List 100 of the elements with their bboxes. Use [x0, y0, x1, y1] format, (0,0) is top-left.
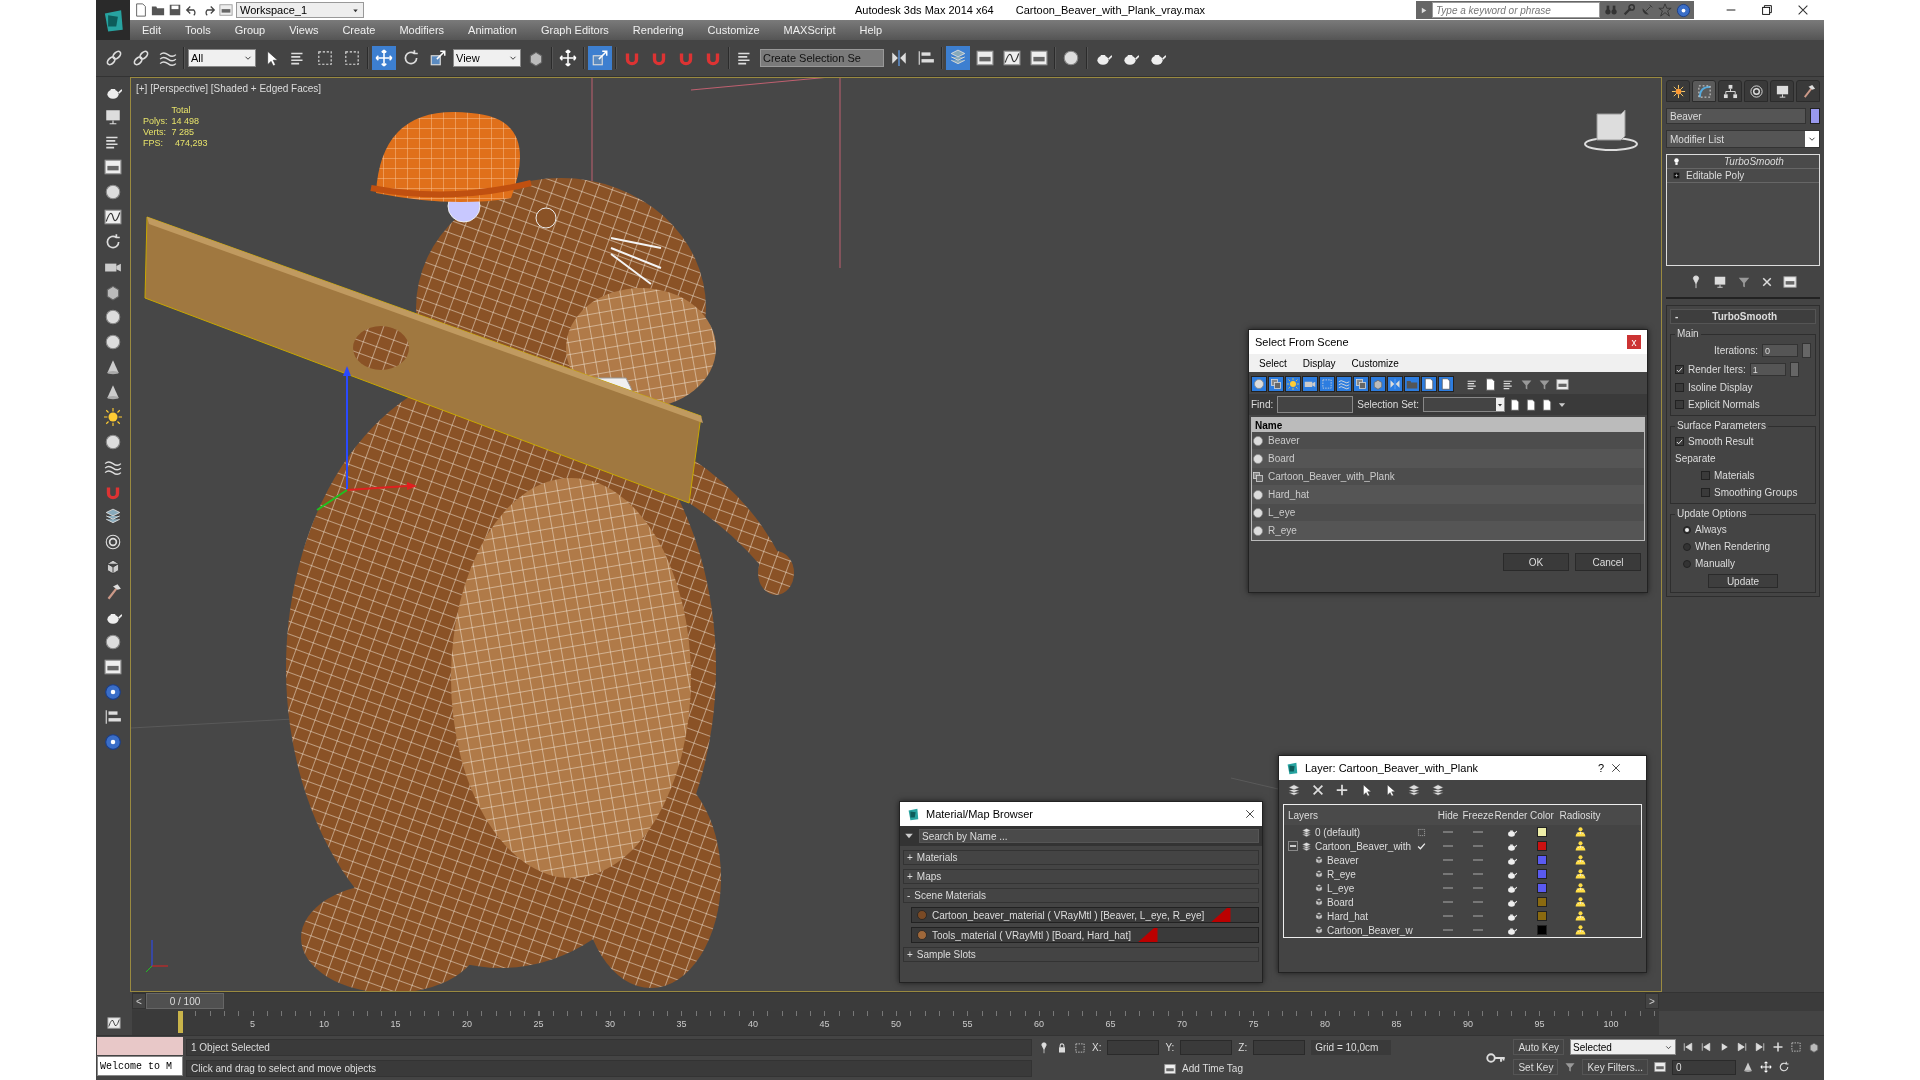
modifier-list-dropdown[interactable]: Modifier List [1666, 130, 1820, 148]
dialog-button[interactable]: Cancel [1575, 553, 1641, 571]
workspace-dropdown[interactable]: Workspace_1 [236, 2, 364, 18]
frame-number: 25 [533, 1019, 544, 1029]
dropdown[interactable]: View [453, 49, 521, 67]
time-slider-thumb[interactable]: 0 / 100 [146, 993, 224, 1009]
menu-item[interactable]: Help [859, 24, 883, 36]
layer-row[interactable]: Cartoon_Beaver_with [1284, 839, 1641, 853]
column-header[interactable]: Color [1528, 809, 1556, 821]
search-field[interactable]: Search by Name ... [919, 829, 1259, 843]
layer-name: Beaver [1327, 854, 1359, 866]
group-header[interactable]: + Materials [903, 850, 1259, 865]
timeline-ruler[interactable]: 5 10 15 20 25 30 35 40 45 50 55 60 65 70 75 80 85 90 95 100 [132, 1011, 1659, 1035]
object-list-item[interactable]: Board [1252, 450, 1644, 468]
frame-number: 60 [1034, 1019, 1044, 1029]
radio-label: Always [1695, 524, 1727, 535]
column-header[interactable]: Name [1252, 418, 1644, 432]
key-filters-button[interactable]: Key Filters... [1582, 1059, 1648, 1075]
group-header[interactable]: + Sample Slots [903, 947, 1259, 962]
checkbox-label: Smoothing Groups [1714, 487, 1798, 498]
key-mode-dropdown[interactable]: Selected [1570, 1039, 1676, 1055]
coordinate-label: Y: [1165, 1042, 1175, 1053]
checkbox-label: Materials [1714, 470, 1755, 481]
section-label: Separate [1675, 453, 1716, 464]
object-list-item[interactable]: Beaver [1252, 432, 1644, 450]
menu-item[interactable]: Select [1259, 357, 1287, 369]
frame-number: 80 [1320, 1019, 1330, 1029]
stat-label: Polys: [143, 116, 168, 126]
column-header[interactable]: Freeze [1462, 809, 1494, 821]
frame-number: 50 [891, 1019, 901, 1029]
layer-row[interactable]: Board [1284, 895, 1641, 909]
column-header[interactable]: Radiosity [1556, 809, 1604, 821]
material-item[interactable]: Tools_material ( VRayMtl ) [Board, Hard_hat] [911, 927, 1259, 943]
layer-row[interactable]: Cartoon_Beaver_w [1284, 923, 1641, 937]
close-button[interactable]: x [1627, 335, 1641, 349]
menu-item[interactable]: MAXScript [783, 24, 836, 36]
selection-set-label: Selection Set: [1357, 399, 1419, 410]
checkbox-label: Explicit Normals [1688, 399, 1760, 410]
modifier-stack-item[interactable]: Editable Poly [1667, 169, 1819, 183]
update-button[interactable]: Update [1708, 574, 1778, 588]
object-name-field[interactable]: Beaver [1666, 108, 1806, 124]
dropdown[interactable]: All [188, 49, 256, 67]
next-frame-button[interactable]: > [1645, 993, 1659, 1009]
group-header[interactable]: - Scene Materials [903, 888, 1259, 903]
rollout-header[interactable]: - TurboSmooth [1670, 309, 1816, 324]
dialog-title: Material/Map Browser [926, 808, 1034, 820]
menu-item[interactable]: Edit [142, 24, 161, 36]
object-list-item[interactable]: R_eye [1252, 522, 1644, 540]
menu-item[interactable]: Tools [184, 24, 211, 36]
layer-name: Cartoon_Beaver_w [1327, 924, 1413, 936]
radio-label: Manually [1695, 558, 1736, 569]
layer-name: L_eye [1327, 882, 1355, 894]
menu-item[interactable]: Animation [468, 24, 517, 36]
current-frame-field[interactable]: 0 [1672, 1059, 1736, 1075]
menu-item[interactable]: Group [234, 24, 266, 36]
file-name: Cartoon_Beaver_with_Plank_vray.max [1015, 4, 1206, 16]
listener-output[interactable]: Welcome to M [97, 1056, 183, 1076]
layer-row[interactable]: 0 (default) [1284, 825, 1641, 839]
help-button[interactable]: ? [1597, 762, 1604, 774]
iterations-spinner[interactable]: 0 [1762, 344, 1798, 357]
object-list-item[interactable]: Hard_hat [1252, 486, 1644, 504]
layer-row[interactable]: Hard_hat [1284, 909, 1641, 923]
add-time-tag-button[interactable]: Add Time Tag [1182, 1063, 1243, 1074]
column-header[interactable]: Render [1494, 809, 1528, 821]
dialog-button[interactable]: OK [1503, 553, 1569, 571]
frame-number: 35 [676, 1019, 687, 1029]
layer-row[interactable]: L_eye [1284, 881, 1641, 895]
menu-item[interactable]: Modifiers [399, 24, 445, 36]
search-field[interactable]: Type a keyword or phrase [1432, 2, 1600, 18]
set-key-button[interactable]: Set Key [1513, 1059, 1559, 1075]
group-title: Surface Parameters [1675, 420, 1768, 431]
menu-item[interactable]: Customize [707, 24, 760, 36]
menu-item[interactable]: Customize [1351, 357, 1399, 369]
layer-row[interactable]: Beaver [1284, 853, 1641, 867]
frame-number: 75 [1248, 1019, 1259, 1029]
column-header[interactable]: Hide [1434, 809, 1462, 821]
object-list-item[interactable]: Cartoon_Beaver_with_Plank [1252, 468, 1644, 486]
layer-name: Hard_hat [1327, 910, 1369, 922]
modifier-stack-item[interactable]: TurboSmooth [1667, 155, 1819, 169]
column-header[interactable]: Layers [1284, 809, 1408, 821]
material-item[interactable]: Cartoon_beaver_material ( VRayMtl ) [Beaver, L_eye, R_eye] [911, 907, 1259, 923]
app-title: Autodesk 3ds Max 2014 x64 [854, 4, 994, 16]
auto-key-button[interactable]: Auto Key [1513, 1039, 1564, 1055]
menu-item[interactable]: Views [289, 24, 319, 36]
previous-frame-button[interactable]: < [132, 993, 146, 1009]
frame-number: 85 [1391, 1019, 1402, 1029]
layer-row[interactable]: R_eye [1284, 867, 1641, 881]
layer-name: 0 (default) [1315, 826, 1361, 838]
frame-number: 30 [605, 1019, 615, 1029]
menu-item[interactable]: Create [342, 24, 376, 36]
render-iters-spinner[interactable]: 1 [1749, 363, 1786, 376]
viewport-label[interactable]: [+] [Perspective] [Shaded + Edged Faces] [136, 83, 322, 94]
group-header[interactable]: + Maps [903, 869, 1259, 884]
menu-item[interactable]: Graph Editors [540, 24, 609, 36]
menu-item[interactable]: Display [1302, 357, 1336, 369]
workspace-name: Workspace_1 [240, 4, 308, 16]
menu-item[interactable]: Rendering [632, 24, 684, 36]
object-list-item[interactable]: L_eye [1252, 504, 1644, 522]
named-selection-field[interactable]: Create Selection Se [760, 49, 884, 67]
stat-value: 7 285 [171, 127, 196, 137]
